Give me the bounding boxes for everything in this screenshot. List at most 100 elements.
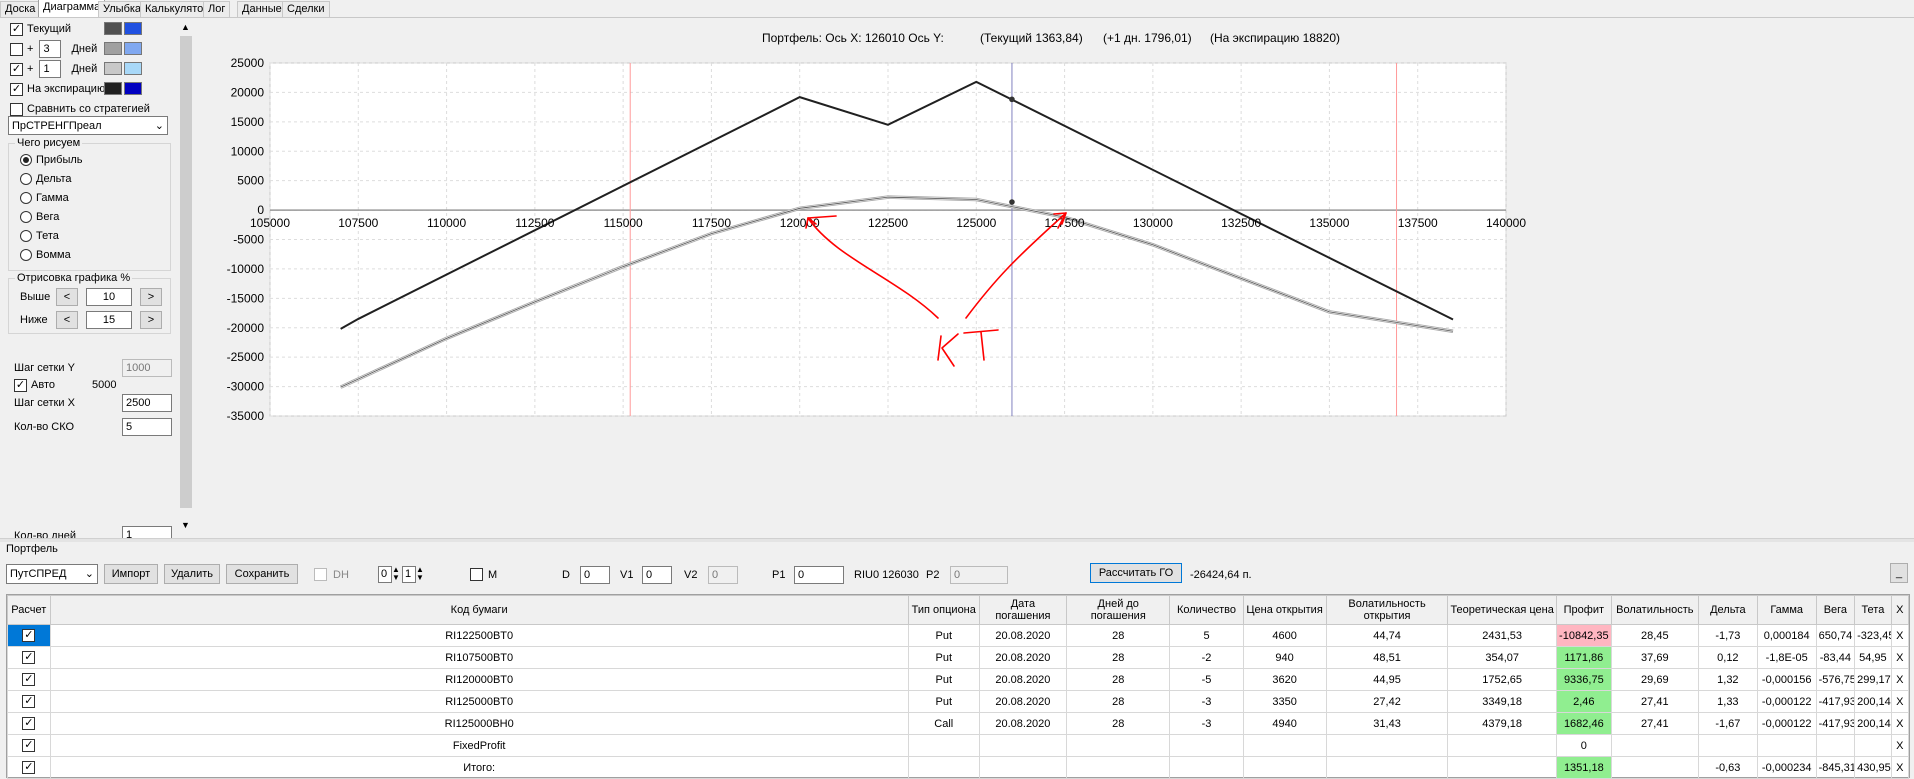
remove-row-button[interactable]: X <box>1890 646 1910 669</box>
scroll-down-icon[interactable]: ▼ <box>181 520 190 530</box>
radio-gamma[interactable] <box>20 192 32 204</box>
col-header-price[interactable]: Цена открытия <box>1242 595 1327 625</box>
col-header-x[interactable]: X <box>1890 595 1910 625</box>
days-input[interactable]: 1 <box>122 526 172 538</box>
below-increase-button[interactable]: > <box>140 311 162 329</box>
tab-deals[interactable]: Сделки <box>282 1 330 17</box>
plus-days-2-input[interactable]: 1 <box>39 60 62 78</box>
scroll-up-icon[interactable]: ▲ <box>181 22 190 32</box>
p2-input[interactable]: 0 <box>950 566 1008 584</box>
col-header-vol[interactable]: Волатильность <box>1610 595 1699 625</box>
col-header-gamma[interactable]: Гамма <box>1756 595 1817 625</box>
compare-checkbox[interactable] <box>10 102 23 116</box>
row-checkbox[interactable]: ✓ <box>22 761 36 774</box>
tab-data[interactable]: Данные <box>237 1 287 17</box>
col-header-date[interactable]: Дата погашения <box>978 595 1068 625</box>
grid-y-input[interactable]: 1000 <box>122 359 172 377</box>
radio-theta[interactable] <box>20 230 32 242</box>
plus-days-2-color1-swatch[interactable] <box>104 62 122 75</box>
col-header-profit[interactable]: Профит <box>1555 595 1612 625</box>
p1-input[interactable]: 0 <box>794 566 844 584</box>
expiry-color1-swatch[interactable] <box>104 82 122 95</box>
calc-checkbox[interactable]: ✓ <box>7 646 51 669</box>
tab-diagram[interactable]: Диаграмма <box>38 0 106 17</box>
chart-area[interactable]: Портфель: Ось X: 126010 Ось Y: (Текущий … <box>196 18 1914 538</box>
calc-checkbox[interactable]: ✓ <box>7 624 51 647</box>
col-header-qty[interactable]: Количество <box>1169 595 1244 625</box>
calc-checkbox[interactable]: ✓ <box>7 668 51 691</box>
current-color1-swatch[interactable] <box>104 22 122 35</box>
panel-splitter[interactable] <box>0 538 1914 542</box>
radio-vomma[interactable] <box>20 249 32 261</box>
dh-spin-1-icon[interactable]: ▲ ▼ <box>392 566 400 582</box>
row-checkbox[interactable]: ✓ <box>22 651 36 664</box>
table-row[interactable]: ✓ RI125000BH0 Call 20.08.2020 28 -3 4940 31,43 4… <box>7 712 1910 735</box>
radio-vega[interactable] <box>20 211 32 223</box>
plus-days-2-color2-swatch[interactable] <box>124 62 142 75</box>
above-input[interactable]: 10 <box>86 288 132 306</box>
d-input[interactable]: 0 <box>580 566 610 584</box>
calc-checkbox[interactable]: ✓ <box>7 734 51 757</box>
v1-input[interactable]: 0 <box>642 566 672 584</box>
grid-x-input[interactable]: 2500 <box>122 394 172 412</box>
col-header-days[interactable]: Дней до погашения <box>1066 595 1171 625</box>
above-decrease-button[interactable]: < <box>56 288 78 306</box>
plus-days-1-color1-swatch[interactable] <box>104 42 122 55</box>
expiry-color2-swatch[interactable] <box>124 82 142 95</box>
strategy-select[interactable]: ПрСТРЕНГПреал ⌄ <box>8 116 168 135</box>
minimize-button[interactable]: _ <box>1890 563 1908 583</box>
row-checkbox[interactable]: ✓ <box>22 629 36 642</box>
profit-chart[interactable]: Портфель: Ось X: 126010 Ось Y: (Текущий … <box>196 18 1914 538</box>
auto-checkbox[interactable]: ✓ <box>14 378 27 392</box>
delete-button[interactable]: Удалить <box>164 564 220 584</box>
remove-row-button[interactable]: X <box>1890 624 1910 647</box>
remove-row-button[interactable]: X <box>1890 734 1910 757</box>
dh-input-2[interactable]: 1 <box>402 566 416 583</box>
row-checkbox[interactable]: ✓ <box>22 717 36 730</box>
col-header-vol-open[interactable]: Волатильность открытия <box>1325 595 1449 625</box>
below-input[interactable]: 15 <box>86 311 132 329</box>
dh-input-1[interactable]: 0 <box>378 566 392 583</box>
remove-row-button[interactable]: X <box>1890 712 1910 735</box>
plus-days-1-checkbox[interactable] <box>10 42 23 56</box>
current-color2-swatch[interactable] <box>124 22 142 35</box>
table-row[interactable]: ✓ Итого: 1351,18 -0,63 -0,000234 -845,31 430,9… <box>7 756 1910 779</box>
sko-input[interactable]: 5 <box>122 418 172 436</box>
row-checkbox[interactable]: ✓ <box>22 695 36 708</box>
save-button[interactable]: Сохранить <box>226 564 298 584</box>
remove-row-button[interactable]: X <box>1890 756 1910 779</box>
col-header-delta[interactable]: Дельта <box>1697 595 1758 625</box>
plus-days-2-checkbox[interactable]: ✓ <box>10 62 23 76</box>
radio-profit[interactable] <box>20 154 32 166</box>
col-header-theta[interactable]: Тета <box>1854 595 1892 625</box>
row-checkbox[interactable]: ✓ <box>22 739 36 752</box>
row-checkbox[interactable]: ✓ <box>22 673 36 686</box>
plus-days-1-input[interactable]: 3 <box>39 40 62 58</box>
current-checkbox[interactable]: ✓ <box>10 22 23 36</box>
above-increase-button[interactable]: > <box>140 288 162 306</box>
col-header-theor[interactable]: Теоретическая цена <box>1447 595 1557 625</box>
m-checkbox[interactable] <box>470 568 483 581</box>
plus-days-1-color2-swatch[interactable] <box>124 42 142 55</box>
settings-scrollbar-thumb[interactable] <box>180 36 192 508</box>
tab-board[interactable]: Доска <box>0 1 41 17</box>
col-header-code[interactable]: Код бумаги <box>49 595 909 625</box>
radio-delta[interactable] <box>20 173 32 185</box>
table-row[interactable]: ✓ RI122500BT0 Put 20.08.2020 28 5 4600 44,74 243… <box>7 624 1910 647</box>
table-row[interactable]: ✓ RI125000BT0 Put 20.08.2020 28 -3 3350 27,42 33… <box>7 690 1910 713</box>
below-decrease-button[interactable]: < <box>56 311 78 329</box>
remove-row-button[interactable]: X <box>1890 668 1910 691</box>
table-row[interactable]: ✓ RI120000BT0 Put 20.08.2020 28 -5 3620 44,95 17… <box>7 668 1910 691</box>
tab-smile[interactable]: Улыбка <box>98 1 147 17</box>
calc-checkbox[interactable]: ✓ <box>7 756 51 779</box>
calc-checkbox[interactable]: ✓ <box>7 712 51 735</box>
dh-checkbox[interactable] <box>314 568 327 581</box>
remove-row-button[interactable]: X <box>1890 690 1910 713</box>
col-header-type[interactable]: Тип опциона <box>907 595 980 625</box>
calc-checkbox[interactable]: ✓ <box>7 690 51 713</box>
col-header-calc[interactable]: Расчет <box>7 595 51 625</box>
table-row[interactable]: ✓ FixedProfit 0 X <box>7 734 1910 757</box>
v2-input[interactable]: 0 <box>708 566 738 584</box>
col-header-vega[interactable]: Вега <box>1815 595 1856 625</box>
import-button[interactable]: Импорт <box>104 564 158 584</box>
